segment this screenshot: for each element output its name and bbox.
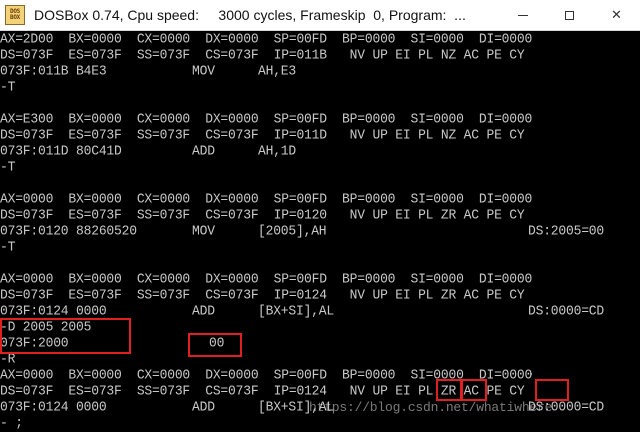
- title-bar[interactable]: DOS BOX DOSBox 0.74, Cpu speed: 3000 cyc…: [0, 0, 640, 31]
- instruction-mnemonic: ADD: [192, 399, 215, 415]
- instruction-address: 073F:0124 0000: [0, 399, 107, 415]
- blog-watermark: https://blog.csdn.net/whatiwhere: [309, 400, 553, 415]
- instruction-mnemonic: ADD: [192, 303, 215, 319]
- regs-ax-2: AX=E300 BX=0000 CX=0000 DX=0000 SP=00FD …: [0, 111, 533, 127]
- instruction-address: 073F:0120 88260520: [0, 223, 137, 239]
- prompt-t-1: -T: [0, 79, 16, 95]
- instruction-address: 073F:011D 80C41D: [0, 143, 122, 159]
- regs-ax-4: AX=0000 BX=0000 CX=0000 DX=0000 SP=00FD …: [0, 271, 533, 287]
- dosbox-window: DOS BOX DOSBox 0.74, Cpu speed: 3000 cyc…: [0, 0, 640, 432]
- instruction-operands: AH,1D: [258, 143, 297, 159]
- prompt-cursor: - ;: [0, 415, 23, 431]
- instruction-mnemonic: MOV: [192, 223, 215, 239]
- regs-ds-3: DS=073F ES=073F SS=073F CS=073F IP=0120 …: [0, 207, 525, 223]
- instruction-address: 073F:011B B4E3: [0, 63, 107, 79]
- instruction-operands: AH,E3: [258, 63, 297, 79]
- regs-ax-3: AX=0000 BX=0000 CX=0000 DX=0000 SP=00FD …: [0, 191, 533, 207]
- highlight-box-flag-cy: [535, 379, 569, 401]
- close-icon: ✕: [611, 7, 622, 23]
- instruction-mnemonic: MOV: [192, 63, 215, 79]
- instruction-operands: [2005],AH: [258, 223, 327, 239]
- dosbox-icon[interactable]: DOS BOX: [5, 5, 25, 25]
- memory-reference: DS:0000=CD: [528, 303, 605, 319]
- instruction-mnemonic: ADD: [192, 143, 215, 159]
- regs-ds-2: DS=073F ES=073F SS=073F CS=073F IP=011D …: [0, 127, 525, 143]
- highlight-box-flag-zr: [461, 379, 487, 401]
- window-title: DOSBox 0.74, Cpu speed: 3000 cycles, Fra…: [34, 7, 466, 23]
- highlight-box-flag-pl: [436, 379, 462, 401]
- console-area[interactable]: AX=2D00 BX=0000 CX=0000 DX=0000 SP=00FD …: [0, 31, 640, 432]
- prompt-t-2: -T: [0, 159, 16, 175]
- instruction-operands: [BX+SI],AL: [258, 303, 335, 319]
- maximize-button[interactable]: [546, 0, 593, 31]
- dosbox-icon-text-bottom: BOX: [10, 14, 20, 21]
- highlight-box-dump-value: [188, 333, 242, 357]
- regs-ds-1: DS=073F ES=073F SS=073F CS=073F IP=011B …: [0, 47, 525, 63]
- regs-ax-1: AX=2D00 BX=0000 CX=0000 DX=0000 SP=00FD …: [0, 31, 533, 47]
- highlight-box-dump-command: [0, 318, 131, 354]
- close-button[interactable]: ✕: [593, 0, 640, 31]
- minimize-button[interactable]: [499, 0, 546, 31]
- maximize-icon: [565, 10, 574, 20]
- prompt-t-3: -T: [0, 239, 16, 255]
- stray-dot: [530, 373, 532, 375]
- memory-reference: DS:2005=00: [528, 223, 605, 239]
- minimize-icon: [517, 14, 528, 16]
- regs-ds-4: DS=073F ES=073F SS=073F CS=073F IP=0124 …: [0, 287, 525, 303]
